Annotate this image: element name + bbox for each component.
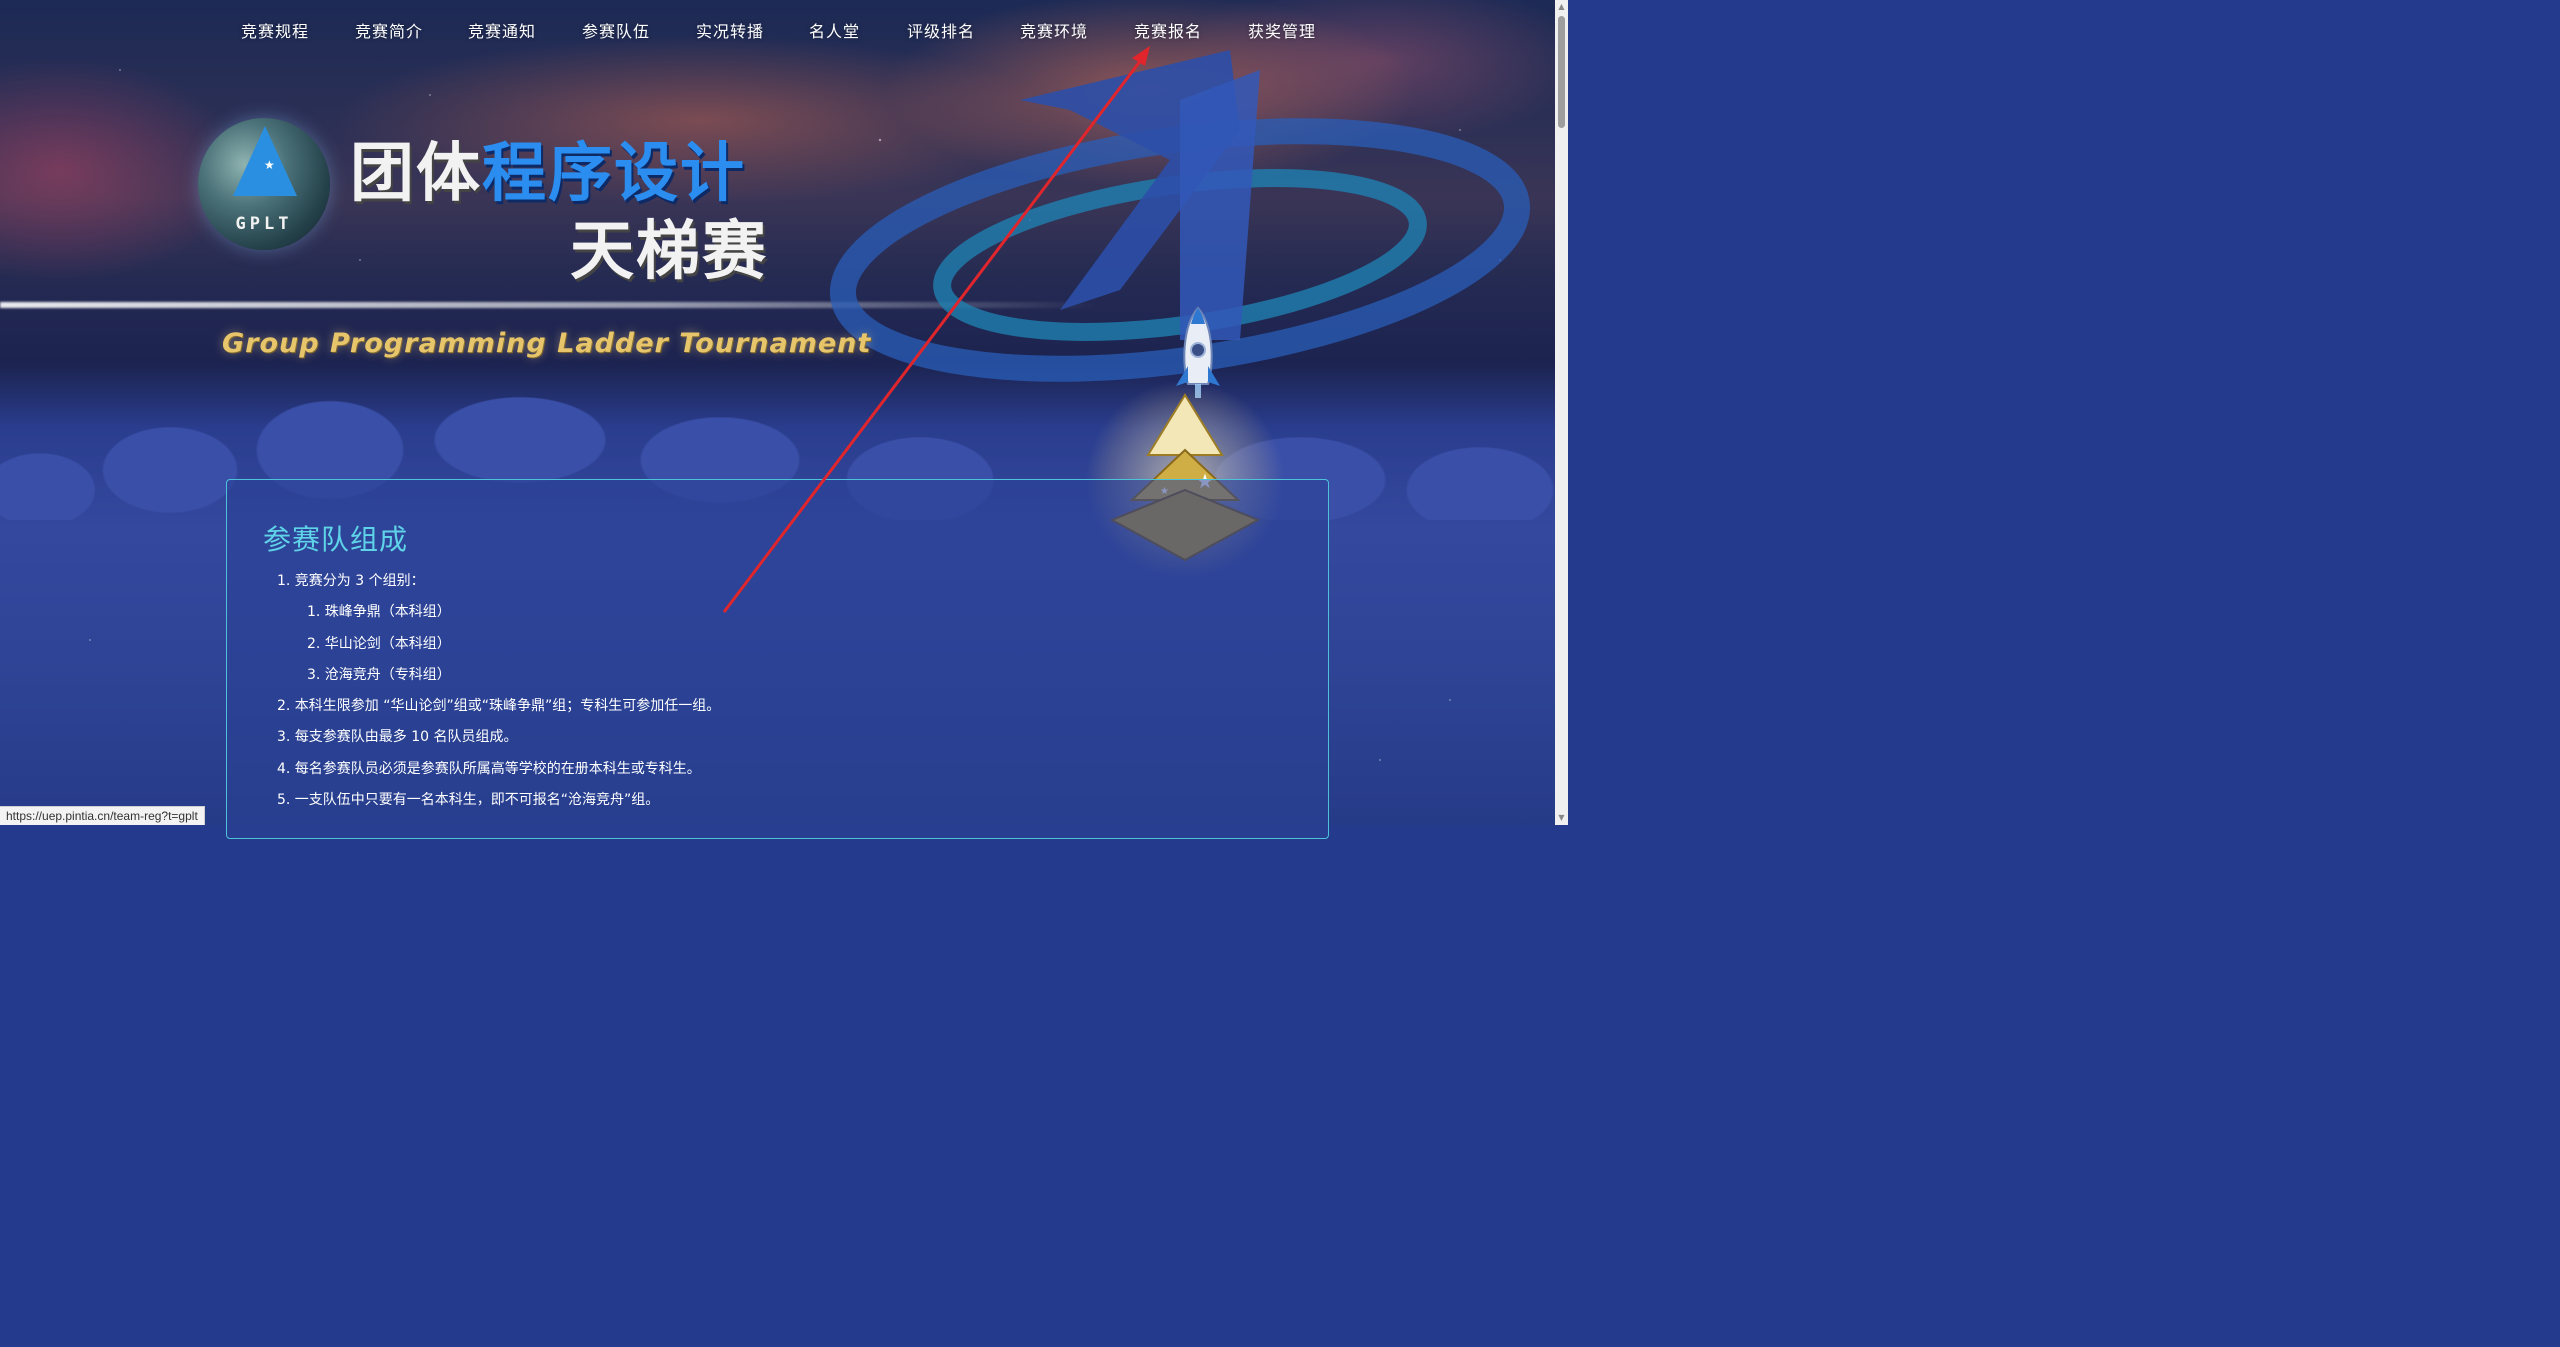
- team-composition-list: 1. 竞赛分为 3 个组别： 1. 珠峰争鼎（本科组） 2. 华山论剑（本科组）…: [227, 570, 1227, 820]
- banner-subtitle: Group Programming Ladder Tournament: [222, 328, 872, 359]
- banner-title-line2: 天梯赛: [570, 215, 768, 289]
- top-navigation: 竞赛规程 竞赛简介 竞赛通知 参赛队伍 实况转播 名人堂 评级排名 竞赛环境 竞…: [0, 18, 1555, 44]
- list-item: 3. 每支参赛队由最多 10 名队员组成。: [277, 729, 518, 746]
- scrollbar-thumb[interactable]: [1558, 16, 1565, 128]
- nav-item-hall-of-fame[interactable]: 名人堂: [809, 18, 860, 42]
- list-item: 2. 本科生限参加 “华山论剑”组或“珠峰争鼎”组；专科生可参加任一组。: [277, 698, 721, 715]
- banner-title-white: 团体: [350, 137, 482, 211]
- list-item: 1. 珠峰争鼎（本科组）: [307, 604, 451, 621]
- nav-item-award-management[interactable]: 获奖管理: [1248, 18, 1316, 42]
- list-item: 1. 竞赛分为 3 个组别：: [277, 573, 425, 589]
- scroll-up-icon[interactable]: ▲: [1555, 0, 1568, 14]
- nav-item-ranking[interactable]: 评级排名: [907, 18, 975, 42]
- nav-item-competition-intro[interactable]: 竞赛简介: [355, 18, 423, 42]
- list-item: 3. 沧海竞舟（专科组）: [307, 666, 451, 683]
- scroll-down-icon[interactable]: ▼: [1555, 811, 1568, 825]
- list-item: 4. 每名参赛队员必须是参赛队所属高等学校的在册本科生或专科生。: [277, 760, 701, 777]
- link-status-bar: https://uep.pintia.cn/team-reg?t=gplt: [0, 806, 205, 825]
- nav-item-live-broadcast[interactable]: 实况转播: [696, 18, 764, 42]
- gplt-logo: ★ GPLT: [198, 118, 330, 250]
- vertical-scrollbar[interactable]: ▲ ▼: [1555, 0, 1568, 825]
- nav-item-teams[interactable]: 参赛队伍: [582, 18, 650, 42]
- nav-item-registration[interactable]: 竞赛报名: [1134, 18, 1202, 42]
- nav-item-competition-notice[interactable]: 竞赛通知: [468, 18, 536, 42]
- content-panel: 参赛队组成 1. 竞赛分为 3 个组别： 1. 珠峰争鼎（本科组） 2. 华山论…: [226, 479, 1329, 839]
- logo-text: GPLT: [235, 214, 293, 234]
- section-heading: 参赛队组成: [263, 523, 409, 556]
- list-item: 2. 华山论剑（本科组）: [307, 635, 451, 652]
- nav-item-environment[interactable]: 竞赛环境: [1020, 18, 1088, 42]
- nav-item-competition-rules[interactable]: 竞赛规程: [241, 18, 309, 42]
- banner-title-line1: 团体程序设计: [350, 138, 746, 210]
- list-item: 5. 一支队伍中只要有一名本科生，即不可报名“沧海竞舟”组。: [277, 792, 660, 809]
- banner-title-blue: 程序设计: [482, 137, 746, 211]
- star-icon: ★: [264, 158, 275, 172]
